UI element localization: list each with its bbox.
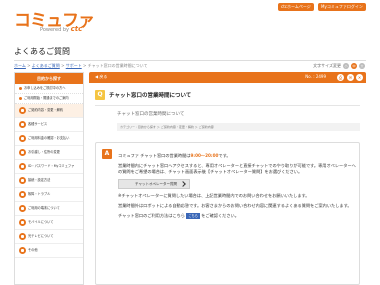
sidebar-list: お申し込みをご検討中の方へ ご利用開始・開通までのご案内 ご契約内容・変更・解約… <box>15 84 83 258</box>
router-icon <box>19 205 26 212</box>
sidebar-item-other[interactable]: その他 <box>15 244 83 258</box>
sidebar-item-connection[interactable]: 接続・設定方法 <box>15 174 83 188</box>
font-size-small-button[interactable]: 小 <box>343 63 349 69</box>
question-box: チャット窓口の営業時間について カテゴリー : 目的から探す ＞ ご契約内容・変… <box>95 105 360 138</box>
breadcrumb-current: チャット窓口の営業時間について <box>87 63 148 68</box>
tv-icon <box>19 233 26 240</box>
phone-icon <box>19 219 26 226</box>
sidebar-item-start[interactable]: ご利用開始・開通までのご案内 <box>15 94 83 104</box>
answer-text: コミュファ チャット窓口の営業時間は9:00～20:00です。 営業時間内にチャ… <box>118 153 358 223</box>
answer-badge: A <box>102 149 112 159</box>
howto-link[interactable]: こちら <box>186 213 200 219</box>
chevron-right-icon <box>180 181 186 187</box>
answer-paragraph-robot: 営業時間外はロボットによる自動応答です。お客さまからのお問い合わせ内容に関連する… <box>118 203 352 208</box>
ctc-brand: ctc <box>70 25 83 33</box>
back-link[interactable]: ◀ 戻る <box>95 74 107 80</box>
font-size-large-button[interactable]: 大 <box>359 63 365 69</box>
sidebar-item-mobile[interactable]: モバイルについて <box>15 216 83 230</box>
arrow-icon <box>19 87 22 90</box>
print-icon[interactable]: ⎙ <box>337 74 344 81</box>
page-title: よくあるご質問 <box>14 47 70 56</box>
logo-subtitle: Powered by ctc <box>40 25 83 33</box>
wrench-icon <box>19 191 26 198</box>
question-subtitle: チャット窓口の営業時間について <box>117 112 185 117</box>
arrow-icon <box>19 97 22 100</box>
breadcrumb-faq[interactable]: よくあるご質問 <box>32 63 60 68</box>
answer-paragraph-howto: チャット窓口のご利用方法はこちら こちら をご確認ください。 <box>118 213 239 219</box>
more-icon <box>19 247 26 254</box>
plug-icon <box>19 177 26 184</box>
sidebar-item-device[interactable]: ご利用の端末について <box>15 202 83 216</box>
close-icon[interactable]: ✕ <box>356 74 363 81</box>
document-icon <box>19 107 26 114</box>
answer-note: ※チャットオペレーターに質問したい場合は、上記営業時間内でのお問い合わせをお願い… <box>118 193 310 198</box>
my-commufa-login-button[interactable]: Myコミュファログイン <box>318 3 366 11</box>
sidebar-item-id[interactable]: ID・パスワード・Myコミュファ <box>15 160 83 174</box>
content-toolbar: ◀ 戻る No. : 2499 ⎙ ✉ ✕ <box>89 72 366 83</box>
font-size-medium-button[interactable]: 中 <box>351 63 357 69</box>
font-size-switcher: 文字サイズ変更 小 中 大 <box>313 63 365 69</box>
breadcrumb-support[interactable]: サポート <box>66 63 82 68</box>
sidebar-header: 目的から探す <box>15 73 83 84</box>
faq-number: No. : 2499 <box>305 74 326 79</box>
sidebar-item-contract[interactable]: ご契約内容・変更・解約 <box>15 104 83 118</box>
sidebar-item-moving[interactable]: お引越し・住所の変更 <box>15 146 83 160</box>
answer-hours: コミュファ チャット窓口の営業時間は9:00～20:00です。 <box>118 153 231 158</box>
sidebar-item-services[interactable]: 各種サービス <box>15 118 83 132</box>
question-title: チャット窓口の営業時間について <box>109 93 192 99</box>
ctc-homepage-button[interactable]: ctcホームページ <box>278 3 314 11</box>
key-icon <box>19 163 26 170</box>
share-icon[interactable]: ✉ <box>347 74 354 81</box>
sidebar-item-trouble[interactable]: 故障・トラブル <box>15 188 83 202</box>
house-icon <box>19 149 26 156</box>
sidebar-item-consider[interactable]: お申し込みをご検討中の方へ <box>15 84 83 94</box>
sidebar: 目的から探す お申し込みをご検討中の方へ ご利用開始・開通までのご案内 ご契約内… <box>14 72 84 285</box>
faq-content: ◀ 戻る No. : 2499 ⎙ ✉ ✕ Q チャット窓口の営業時間について … <box>89 72 366 285</box>
question-row: Q チャット窓口の営業時間について <box>95 90 191 100</box>
yen-icon <box>19 135 26 142</box>
sidebar-item-tv[interactable]: 光テレビについて <box>15 230 83 244</box>
site-header: コミュファ Powered by ctc ctcホームページ Myコミュファログ… <box>0 0 380 38</box>
answer-paragraph-operator: 営業時間内にチャット窓口へアクセスすると、専用オペレーターと直接チャットでのやり… <box>118 163 356 174</box>
answer-card: A コミュファ チャット窓口の営業時間は9:00～20:00です。 営業時間内に… <box>95 142 360 285</box>
divider <box>14 60 366 61</box>
service-icon <box>19 121 26 128</box>
question-badge: Q <box>95 90 105 100</box>
category-tags: カテゴリー : 目的から探す ＞ ご契約内容・変更・解約 ＞ ご契約内容 <box>117 123 360 131</box>
chat-operator-button[interactable]: チャットオペレーター質問 <box>118 179 190 189</box>
font-size-label: 文字サイズ変更 <box>313 63 341 68</box>
breadcrumb: ホーム > よくあるご質問 > サポート > チャット窓口の営業時間について <box>14 63 148 68</box>
breadcrumb-home[interactable]: ホーム <box>14 63 26 68</box>
sidebar-item-billing[interactable]: ご利用料金の確認・お支払い <box>15 132 83 146</box>
